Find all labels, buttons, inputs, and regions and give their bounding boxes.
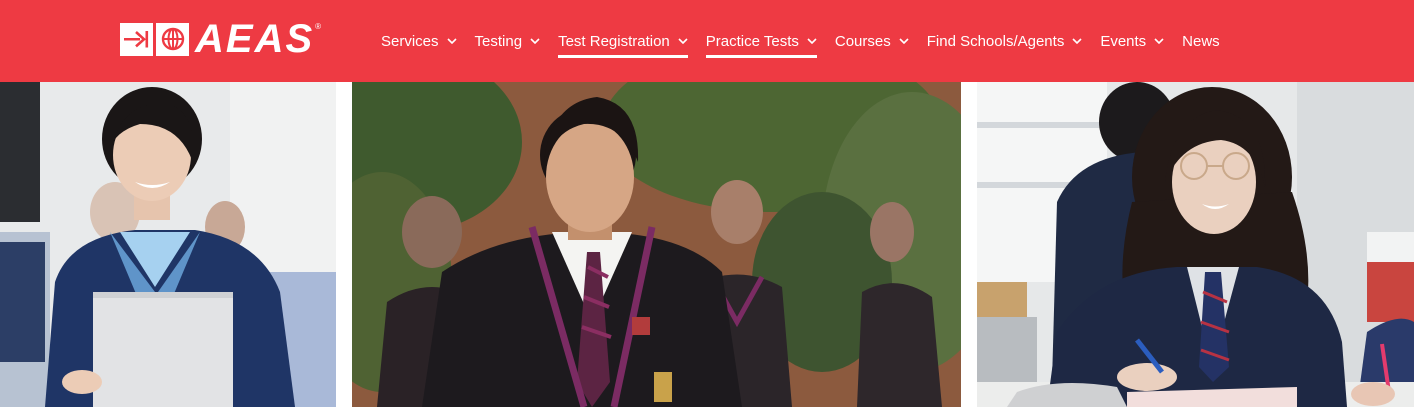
nav-item-label: Find Schools/Agents bbox=[926, 32, 1065, 50]
globe-icon bbox=[156, 22, 189, 56]
main-nav: Services Testing Test Registration Practice… bbox=[372, 0, 1229, 82]
nav-find-schools-agents[interactable]: Find Schools/Agents bbox=[927, 0, 1083, 82]
nav-item-label: Events bbox=[1100, 32, 1147, 50]
hero-photo-center bbox=[352, 82, 961, 407]
chevron-down-icon bbox=[1154, 38, 1164, 44]
nav-services[interactable]: Services bbox=[381, 0, 457, 82]
nav-test-registration[interactable]: Test Registration bbox=[558, 0, 688, 82]
chevron-down-icon bbox=[899, 38, 909, 44]
nav-item-label: News bbox=[1182, 32, 1220, 50]
chevron-down-icon bbox=[807, 38, 817, 44]
nav-item-label: Testing bbox=[474, 32, 523, 50]
hero-photo-left bbox=[0, 82, 336, 407]
aeas-logo[interactable]: AEAS ® bbox=[120, 17, 322, 61]
site-header: AEAS ® Services Testing Test Registration P… bbox=[0, 0, 1414, 82]
registered-mark: ® bbox=[315, 22, 322, 31]
nav-courses[interactable]: Courses bbox=[835, 0, 909, 82]
nav-events[interactable]: Events bbox=[1100, 0, 1164, 82]
nav-news[interactable]: News bbox=[1182, 0, 1220, 82]
nav-item-label: Test Registration bbox=[558, 32, 670, 50]
hero-photo-right bbox=[977, 82, 1414, 407]
nav-item-label: Courses bbox=[834, 32, 891, 50]
nav-practice-tests[interactable]: Practice Tests bbox=[705, 0, 817, 82]
chevron-down-icon bbox=[446, 38, 457, 44]
nav-testing[interactable]: Testing bbox=[475, 0, 541, 82]
nav-item-label: Services bbox=[381, 32, 439, 50]
arrow-icon bbox=[120, 22, 153, 56]
logo-wordmark: AEAS bbox=[195, 17, 315, 61]
chevron-down-icon bbox=[1072, 38, 1082, 44]
nav-item-label: Practice Tests bbox=[705, 32, 799, 50]
chevron-down-icon bbox=[530, 38, 540, 44]
chevron-down-icon bbox=[678, 38, 688, 44]
